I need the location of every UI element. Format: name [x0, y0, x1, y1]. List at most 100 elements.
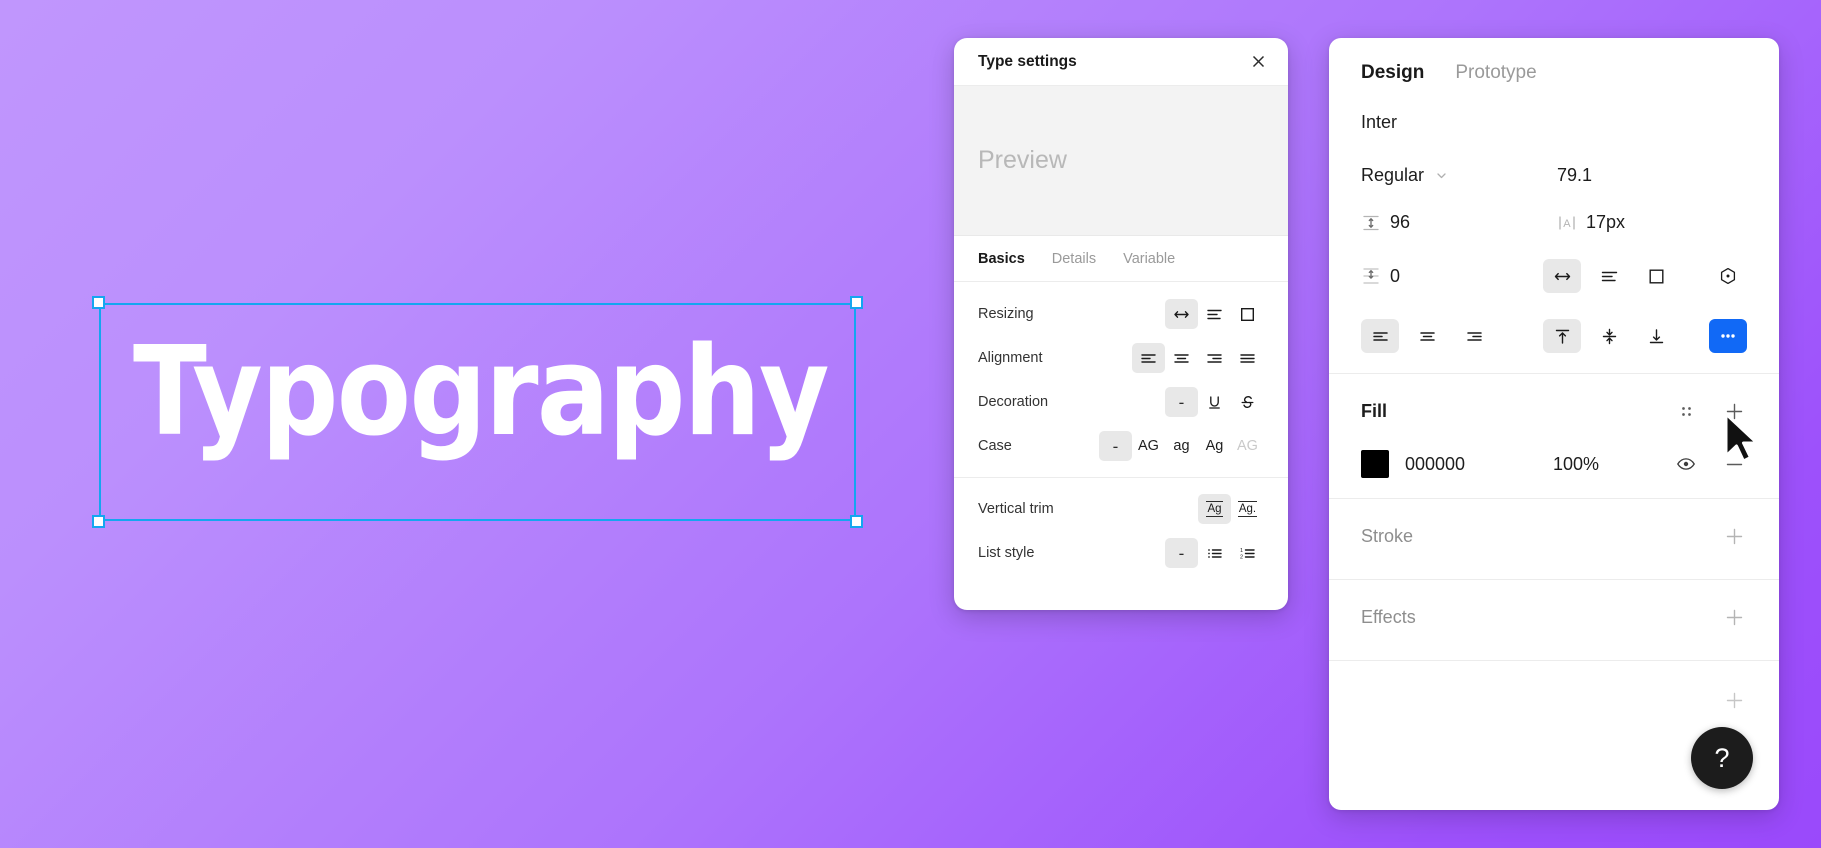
letter-spacing-field[interactable]: A 17px: [1557, 212, 1735, 233]
svg-text:1: 1: [1240, 548, 1243, 554]
small-caps-label: AG: [1237, 437, 1258, 454]
trim-standard-icon[interactable]: Ag: [1198, 494, 1231, 524]
align-left-icon[interactable]: [1132, 343, 1165, 373]
decoration-options: -: [1165, 387, 1264, 417]
title-case-icon[interactable]: Ag: [1198, 431, 1231, 461]
resize-handle-bottom-right[interactable]: [850, 515, 863, 528]
letter-spacing-value: 17px: [1586, 212, 1626, 232]
line-height-letter-spacing-row: 96 A 17px: [1361, 212, 1747, 233]
tab-prototype[interactable]: Prototype: [1455, 62, 1536, 84]
row-alignment: Alignment: [954, 336, 1288, 380]
auto-height-icon[interactable]: [1590, 259, 1628, 293]
font-size-field[interactable]: 79.1: [1557, 165, 1735, 186]
trim-cap-height-label: Ag.: [1237, 501, 1258, 517]
auto-width-icon[interactable]: [1543, 259, 1582, 293]
fixed-size-icon[interactable]: [1231, 299, 1264, 329]
close-icon[interactable]: [1244, 48, 1272, 76]
row-resizing-label: Resizing: [978, 306, 1034, 322]
row-alignment-label: Alignment: [978, 350, 1043, 366]
auto-width-icon[interactable]: [1165, 299, 1198, 329]
letter-spacing-icon: A: [1557, 213, 1577, 233]
align-left-icon[interactable]: [1361, 319, 1399, 353]
vertical-alignment-options: [1543, 319, 1709, 353]
case-none-icon[interactable]: -: [1099, 431, 1132, 461]
plus-icon[interactable]: [1721, 523, 1747, 549]
paragraph-spacing-value: 0: [1390, 265, 1401, 286]
plus-icon[interactable]: [1721, 398, 1747, 424]
resize-handle-top-left[interactable]: [92, 296, 105, 309]
tab-design[interactable]: Design: [1361, 62, 1424, 84]
eye-icon[interactable]: [1673, 451, 1699, 477]
lowercase-icon[interactable]: ag: [1165, 431, 1198, 461]
type-detail-icon[interactable]: [1709, 259, 1747, 293]
resizing-options: [1165, 299, 1264, 329]
row-resizing: Resizing: [954, 292, 1288, 336]
underline-icon[interactable]: [1198, 387, 1231, 417]
design-panel: Design Prototype Inter Regular 79.1 96 A…: [1329, 38, 1779, 810]
font-style-field[interactable]: Regular: [1361, 165, 1557, 186]
fixed-size-icon[interactable]: [1637, 259, 1675, 293]
bulleted-list-icon[interactable]: [1198, 538, 1231, 568]
fill-hex-value[interactable]: 000000: [1405, 454, 1553, 475]
tab-details[interactable]: Details: [1052, 251, 1096, 267]
auto-height-icon[interactable]: [1198, 299, 1231, 329]
paragraph-resizing-row: 0: [1361, 259, 1747, 293]
minus-icon[interactable]: [1721, 451, 1747, 477]
strikethrough-icon[interactable]: [1231, 387, 1264, 417]
selection-bounding-box: [99, 303, 856, 521]
align-right-icon[interactable]: [1455, 319, 1493, 353]
font-family-field[interactable]: Inter: [1361, 112, 1747, 133]
resize-handle-top-right[interactable]: [850, 296, 863, 309]
font-size-value: 79.1: [1557, 165, 1593, 185]
paragraph-spacing-field[interactable]: 0: [1361, 266, 1543, 287]
resizing-options: [1543, 259, 1709, 293]
help-button[interactable]: ?: [1691, 727, 1753, 789]
tab-basics[interactable]: Basics: [978, 251, 1025, 267]
align-right-icon[interactable]: [1198, 343, 1231, 373]
type-settings-header: Type settings: [954, 38, 1288, 86]
alignment-options: [1132, 343, 1264, 373]
design-panel-tabs: Design Prototype: [1329, 38, 1779, 84]
tab-variable[interactable]: Variable: [1123, 251, 1175, 267]
fill-color-swatch[interactable]: [1361, 450, 1389, 478]
uppercase-label: AG: [1138, 437, 1159, 454]
more-options-icon[interactable]: [1709, 319, 1747, 353]
font-preview-area: Preview: [954, 86, 1288, 236]
styles-icon[interactable]: [1673, 398, 1699, 424]
align-center-icon[interactable]: [1408, 319, 1446, 353]
stroke-section: Stroke: [1329, 499, 1779, 579]
fill-opacity-value[interactable]: 100%: [1553, 454, 1673, 475]
line-height-field[interactable]: 96: [1361, 212, 1557, 233]
numbered-list-icon[interactable]: 1 2: [1231, 538, 1264, 568]
type-settings-body: Resizing Alignment Decoration - Case - A…: [954, 282, 1288, 610]
plus-icon[interactable]: [1721, 687, 1747, 713]
question-mark-icon: ?: [1714, 742, 1730, 773]
uppercase-icon[interactable]: AG: [1132, 431, 1165, 461]
list-none-label: -: [1178, 543, 1185, 563]
plus-icon[interactable]: [1721, 604, 1747, 630]
fill-section-header: Fill: [1361, 396, 1747, 426]
align-middle-icon[interactable]: [1590, 319, 1628, 353]
chevron-down-icon[interactable]: [1435, 169, 1448, 182]
align-bottom-icon[interactable]: [1637, 319, 1675, 353]
align-center-icon[interactable]: [1165, 343, 1198, 373]
fill-section: Fill 000000 100%: [1329, 374, 1779, 498]
typography-section: Inter Regular 79.1 96 A 17px 0: [1329, 84, 1779, 373]
horizontal-alignment-options: [1361, 319, 1543, 353]
stroke-section-title: Stroke: [1361, 525, 1414, 546]
selected-text-layer[interactable]: Typography: [92, 296, 863, 528]
row-list-style: List style - 1 2: [954, 531, 1288, 575]
case-options: - AG ag Ag AG: [1099, 431, 1264, 461]
align-justify-icon[interactable]: [1231, 343, 1264, 373]
export-section: [1329, 661, 1779, 735]
type-settings-title: Type settings: [978, 52, 1077, 70]
row-decoration: Decoration -: [954, 380, 1288, 424]
list-none-icon[interactable]: -: [1165, 538, 1198, 568]
small-caps-icon[interactable]: AG: [1231, 431, 1264, 461]
case-none-label: -: [1112, 436, 1119, 456]
align-top-icon[interactable]: [1543, 319, 1582, 353]
none-icon[interactable]: -: [1165, 387, 1198, 417]
resize-handle-bottom-left[interactable]: [92, 515, 105, 528]
font-style-size-row: Regular 79.1: [1361, 165, 1747, 186]
trim-cap-height-icon[interactable]: Ag.: [1231, 494, 1264, 524]
